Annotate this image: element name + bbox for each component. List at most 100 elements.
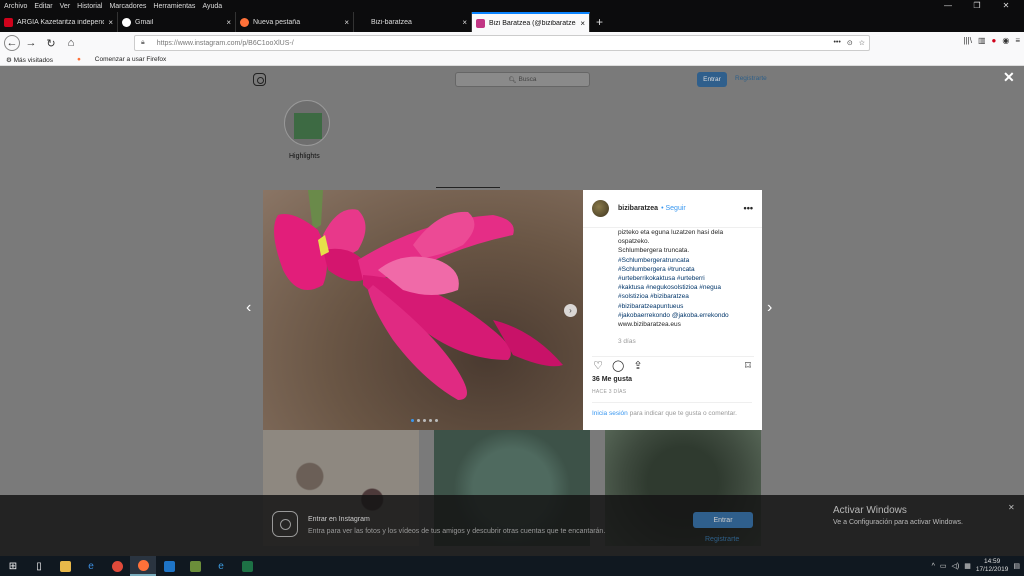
close-modal-button[interactable]: ✕ (1003, 69, 1015, 86)
post-username[interactable]: bizibaratzea (618, 205, 658, 212)
file-explorer-icon[interactable] (52, 556, 78, 576)
menu-editar[interactable]: Editar (34, 3, 52, 10)
url-text[interactable]: https://www.instagram.com/p/B6C1ooXlUS-/ (157, 40, 294, 47)
post-date: HACE 3 DÍAS (592, 389, 627, 395)
tray-expand-icon[interactable]: ^ (932, 563, 935, 570)
minimize-button[interactable]: — (937, 0, 959, 12)
highlight-avatar[interactable] (284, 100, 330, 146)
toolbar-right: |||\ ▥ ● ◉ ≡ (963, 36, 1020, 45)
tab-close-icon[interactable]: × (580, 19, 585, 28)
banner-close-button[interactable]: ✕ (1008, 503, 1015, 512)
system-tray: ^ ▭ ◁) ▦ 14:59 17/12/2019 ▤ (932, 556, 1020, 576)
hashtag-line[interactable]: #Schlumbergera #truncata (618, 265, 758, 274)
library-icon[interactable]: |||\ (963, 36, 971, 45)
account-icon[interactable]: ◉ (1002, 36, 1009, 45)
firefox-favicon-icon (240, 17, 249, 27)
hamburger-menu-icon[interactable]: ≡ (1015, 36, 1020, 45)
start-button[interactable]: ⊞ (0, 556, 26, 576)
chrome-icon[interactable] (104, 556, 130, 576)
comment-icon[interactable]: ◯ (612, 360, 624, 372)
hashtag-line[interactable]: #bizibaratzeapuntueus (618, 302, 758, 311)
avatar[interactable] (592, 200, 609, 217)
menu-herramientas[interactable]: Herramientas (153, 3, 195, 10)
tab-gmail[interactable]: Gmail × (118, 12, 236, 32)
excel-icon[interactable] (234, 556, 260, 576)
search-input[interactable]: 🔍︎ Busca (455, 72, 590, 87)
ie-icon[interactable]: e (208, 556, 234, 576)
login-button[interactable]: Entrar (697, 72, 727, 87)
tab-title: Bizi-baratzea (371, 18, 412, 26)
menu-marcadores[interactable]: Marcadores (109, 3, 146, 10)
screen: Archivo Editar Ver Historial Marcadores … (0, 0, 1024, 576)
tab-argia[interactable]: ARGIA Kazetaritza independent × (0, 12, 118, 32)
carousel-dots (411, 419, 438, 422)
save-bookmark-icon[interactable]: ⌑ (742, 360, 754, 372)
chrome-glyph (111, 560, 123, 572)
image-next-button[interactable]: › (564, 304, 577, 317)
new-tab-button[interactable]: + (590, 12, 603, 32)
prev-post-arrow[interactable]: ‹ (246, 299, 251, 317)
hashtag-line[interactable]: #urteberrikokaktusa #urteberri (618, 274, 758, 283)
page-actions-icon[interactable]: ••• (833, 39, 840, 47)
tab-close-icon[interactable]: × (462, 18, 467, 27)
url-bar-actions: ••• ⊙ ☆ (833, 39, 865, 47)
notifications-icon[interactable]: ▤ (1013, 562, 1020, 570)
caption-line: ospatzeko. (618, 238, 650, 246)
url-bar[interactable]: 🔒︎ https://www.instagram.com/p/B6C1ooXlU… (134, 35, 870, 51)
app-icon[interactable] (182, 556, 208, 576)
login-link[interactable]: Inicia sesión (592, 410, 628, 417)
hashtag-line[interactable]: #Schlumbergeratruncata (618, 256, 758, 265)
instagram-logo-icon[interactable] (253, 73, 266, 86)
hashtag-line[interactable]: #kaktusa #negukosolstizioa #negua (618, 283, 758, 292)
next-post-arrow[interactable]: › (767, 299, 772, 317)
share-icon[interactable]: ⇪ (632, 360, 644, 372)
menu-historial[interactable]: Historial (77, 3, 102, 10)
ie-glyph: e (218, 560, 224, 572)
menu-ayuda[interactable]: Ayuda (202, 3, 222, 10)
menu-archivo[interactable]: Archivo (4, 3, 27, 10)
back-button[interactable]: ← (4, 35, 20, 51)
window-controls: — ❐ ✕ (937, 0, 1024, 12)
likes-count[interactable]: 36 Me gusta (592, 376, 632, 383)
tab-close-icon[interactable]: × (344, 18, 349, 27)
carousel-dot (417, 419, 420, 422)
close-window-button[interactable]: ✕ (995, 0, 1017, 12)
banner-login-button[interactable]: Entrar (693, 512, 753, 528)
reload-button[interactable]: ↻ (42, 34, 60, 52)
tab-new-tab[interactable]: Nueva pestaña × (236, 12, 354, 32)
task-view-icon[interactable]: ▯ (26, 556, 52, 576)
edge-icon[interactable]: e (78, 556, 104, 576)
tab-close-icon[interactable]: × (226, 18, 231, 27)
network-icon[interactable]: ▭ (940, 562, 947, 570)
sidebar-icon[interactable]: ▥ (978, 36, 986, 45)
clock[interactable]: 14:59 17/12/2019 (976, 558, 1009, 574)
follow-button[interactable]: • Seguir (661, 205, 686, 212)
bookmark-getting-started[interactable]: ● Comenzar a usar Firefox (77, 56, 178, 63)
pocket-icon[interactable]: ⊙ (847, 39, 853, 47)
hashtag-line[interactable]: #jakobaerrekondo @jakoba.errekondo (618, 311, 758, 320)
home-button[interactable]: ⌂ (62, 34, 80, 52)
volume-icon[interactable]: ◁) (951, 562, 959, 570)
tab-instagram[interactable]: Bizi Baratzea (@bizibaratzea) - × (472, 12, 590, 32)
banner-register-link[interactable]: Registrarte (705, 536, 739, 543)
carousel-dot (435, 419, 438, 422)
forward-button[interactable]: → (22, 34, 40, 52)
bookmark-star-icon[interactable]: ☆ (859, 39, 865, 47)
tab-bizi-baratzea[interactable]: Bizi-baratzea × (354, 12, 472, 32)
extension-icon[interactable]: ● (992, 36, 997, 45)
maximize-button[interactable]: ❐ (966, 0, 988, 12)
tab-close-icon[interactable]: × (108, 18, 113, 27)
menu-ver[interactable]: Ver (60, 3, 71, 10)
like-heart-icon[interactable]: ♡ (592, 360, 604, 372)
language-icon[interactable]: ▦ (964, 562, 971, 570)
firefox-taskbar-icon[interactable] (130, 556, 156, 576)
more-options-icon[interactable]: ••• (744, 203, 753, 213)
bookmark-most-visited[interactable]: ⚙︎ Más visitados (6, 56, 65, 64)
carousel-dot (411, 419, 414, 422)
post-image[interactable] (263, 190, 583, 430)
tab-title: ARGIA Kazetaritza independent (17, 18, 105, 26)
outlook-icon[interactable] (156, 556, 182, 576)
register-link[interactable]: Registrarte (735, 75, 767, 82)
google-favicon-icon (122, 17, 131, 27)
hashtag-line[interactable]: #solstizioa #bizibaratzea (618, 292, 758, 301)
